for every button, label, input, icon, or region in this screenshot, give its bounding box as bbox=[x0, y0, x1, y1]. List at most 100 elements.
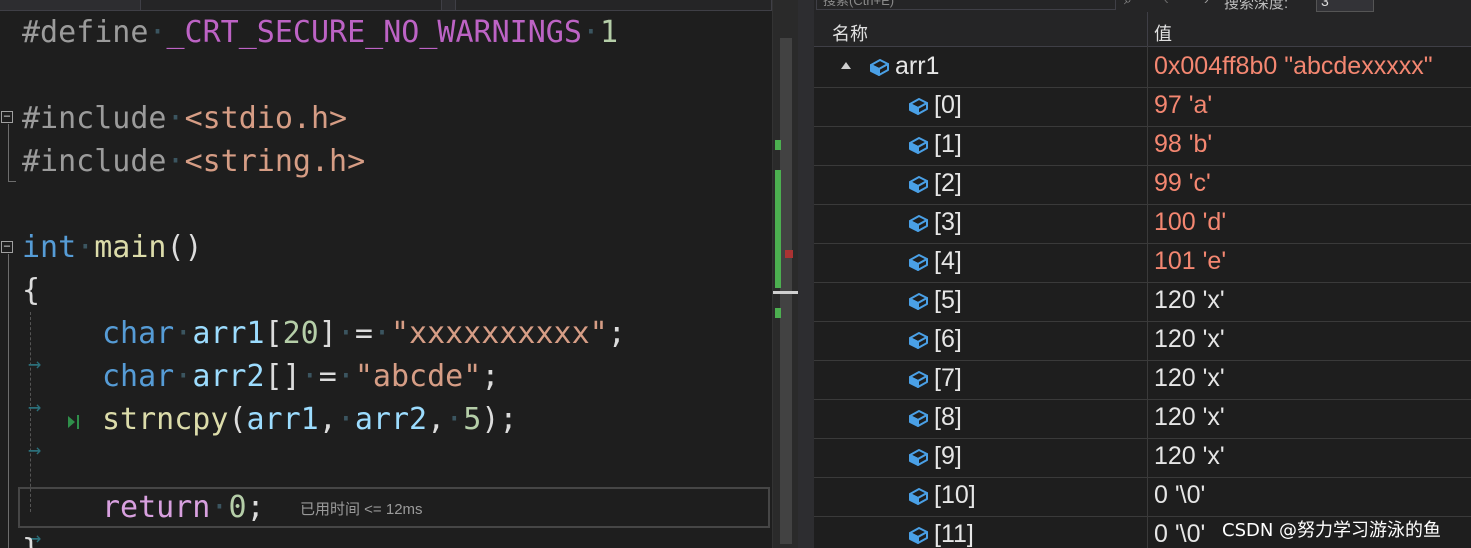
search-back-icon[interactable]: ‹ bbox=[1164, 0, 1169, 7]
comma: , bbox=[427, 402, 446, 437]
code-line-include-string: #include·<string.h> bbox=[22, 144, 366, 179]
variable-field-icon bbox=[909, 176, 928, 193]
parens: () bbox=[166, 230, 203, 265]
watch-item-name: [9] bbox=[934, 442, 962, 470]
brackets: [] bbox=[264, 359, 301, 394]
variable-field-icon bbox=[909, 98, 928, 115]
variable-field-icon bbox=[909, 215, 928, 232]
search-depth-select[interactable]: 3 bbox=[1316, 0, 1374, 12]
bracket: ] bbox=[318, 316, 337, 351]
watch-item-value[interactable]: 120 'x' bbox=[1154, 442, 1225, 471]
watch-item-name: [1] bbox=[934, 130, 962, 158]
include-directive: #include bbox=[22, 144, 167, 179]
watch-item-name: [6] bbox=[934, 325, 962, 353]
variable-field-icon bbox=[870, 59, 889, 76]
watch-item-value[interactable]: 98 'b' bbox=[1154, 130, 1212, 159]
watch-item-value[interactable]: 120 'x' bbox=[1154, 325, 1225, 354]
editor-navigation-bar bbox=[0, 0, 798, 11]
variable-field-icon bbox=[909, 449, 928, 466]
variable-field-icon bbox=[909, 254, 928, 271]
watch-row[interactable]: [0] 97 'a' bbox=[814, 87, 1471, 127]
define-directive: #define bbox=[22, 15, 149, 50]
watch-item-value[interactable]: 120 'x' bbox=[1154, 403, 1225, 432]
watch-root-value[interactable]: 0x004ff8b0 "abcdexxxxx" bbox=[1154, 52, 1433, 81]
string-literal: "abcde" bbox=[354, 359, 482, 394]
collapse-arrow-icon[interactable] bbox=[841, 62, 851, 69]
watch-row[interactable]: [2] 99 'c' bbox=[814, 165, 1471, 205]
semicolon: ; bbox=[481, 359, 500, 394]
code-line-main: int·main() bbox=[22, 230, 203, 265]
watch-item-value[interactable]: 0 '\0' bbox=[1154, 481, 1205, 510]
return-keyword: return bbox=[102, 490, 211, 525]
watch-row[interactable]: [9] 120 'x' bbox=[814, 438, 1471, 478]
comma: , bbox=[318, 402, 337, 437]
column-value-header[interactable]: 值 bbox=[1154, 20, 1172, 46]
string-literal: "xxxxxxxxxx" bbox=[391, 316, 608, 351]
watch-root-name: arr1 bbox=[895, 52, 940, 80]
variable-field-icon bbox=[909, 371, 928, 388]
array-size: 20 bbox=[282, 316, 319, 351]
watch-item-value[interactable]: 97 'a' bbox=[1154, 91, 1212, 120]
search-options-icon[interactable]: ⌕ bbox=[1124, 0, 1132, 8]
variable-field-icon bbox=[909, 332, 928, 349]
watch-item-name: [3] bbox=[934, 208, 962, 236]
watch-item-value[interactable]: 100 'd' bbox=[1154, 208, 1226, 237]
perf-tip[interactable]: 已用时间 <= 12ms bbox=[300, 498, 423, 519]
column-name-header[interactable]: 名称 bbox=[832, 20, 868, 46]
watch-item-name: [8] bbox=[934, 403, 962, 431]
member-dropdown[interactable] bbox=[455, 0, 772, 11]
code-line-close-brace: } bbox=[0, 529, 770, 548]
watch-item-name: [2] bbox=[934, 169, 962, 197]
scope-dropdown[interactable] bbox=[140, 0, 442, 11]
close-brace: } bbox=[22, 533, 40, 548]
watch-row[interactable]: [3] 100 'd' bbox=[814, 204, 1471, 244]
search-forward-icon[interactable]: › bbox=[1204, 0, 1209, 7]
define-macro: _CRT_SECURE_NO_WARNINGS bbox=[166, 15, 582, 50]
type-keyword: char bbox=[102, 316, 175, 351]
watch-row[interactable]: [4] 101 'e' bbox=[814, 243, 1471, 283]
code-line-decl-arr2: → char·arr2[]·=·"abcde"; bbox=[0, 355, 770, 420]
watch-row[interactable]: [1] 98 'b' bbox=[814, 126, 1471, 166]
step-over-icon[interactable] bbox=[66, 412, 82, 432]
watch-row[interactable]: [7] 120 'x' bbox=[814, 360, 1471, 400]
code-editor[interactable]: − − #define·_CRT_SECURE_NO_WARNINGS·1 #i… bbox=[0, 0, 798, 548]
watch-item-name: [4] bbox=[934, 247, 962, 275]
change-marker bbox=[775, 140, 781, 150]
variable-field-icon bbox=[909, 293, 928, 310]
watch-row-root[interactable]: arr1 0x004ff8b0 "abcdexxxxx" bbox=[814, 48, 1471, 88]
watch-item-value[interactable]: 0 '\0' bbox=[1154, 520, 1205, 548]
watch-item-value[interactable]: 99 'c' bbox=[1154, 169, 1211, 198]
code-line-strncpy: → strncpy(arr1,·arr2,·5); bbox=[0, 398, 770, 463]
variable-field-icon bbox=[909, 410, 928, 427]
type-keyword: char bbox=[102, 359, 175, 394]
argument: arr1 bbox=[246, 402, 319, 437]
function-call: strncpy bbox=[102, 402, 229, 437]
semicolon: ; bbox=[246, 490, 265, 525]
watch-search-input[interactable]: 搜索(Ctrl+E) bbox=[816, 0, 1116, 10]
watch-row[interactable]: [10] 0 '\0' bbox=[814, 477, 1471, 517]
watch-item-value[interactable]: 120 'x' bbox=[1154, 286, 1225, 315]
watch-item-value[interactable]: 120 'x' bbox=[1154, 364, 1225, 393]
watch-row[interactable]: [8] 120 'x' bbox=[814, 399, 1471, 439]
tab-arrow-icon: → bbox=[28, 438, 42, 463]
change-marker bbox=[775, 308, 781, 318]
define-value: 1 bbox=[599, 15, 619, 50]
column-separator[interactable] bbox=[1147, 12, 1148, 46]
include-directive: #include bbox=[22, 101, 167, 136]
paren: ); bbox=[481, 402, 518, 437]
paren: ( bbox=[228, 402, 247, 437]
pane-splitter[interactable] bbox=[798, 0, 814, 548]
watch-column-header: 名称 值 bbox=[814, 12, 1471, 47]
code-line-open-brace: { bbox=[0, 269, 770, 312]
function-name: main bbox=[94, 230, 167, 265]
code-line-include-stdio: #include·<stdio.h> bbox=[22, 101, 348, 136]
watch-row[interactable]: [6] 120 'x' bbox=[814, 321, 1471, 361]
watch-item-value[interactable]: 101 'e' bbox=[1154, 247, 1226, 276]
code-line-decl-arr1: → char·arr1[20]·=·"xxxxxxxxxx"; bbox=[0, 312, 770, 377]
editor-scrollbar[interactable] bbox=[772, 0, 798, 548]
caret-position-marker bbox=[773, 291, 798, 294]
include-header: <stdio.h> bbox=[184, 101, 348, 136]
variable-name: arr1 bbox=[192, 316, 265, 351]
argument: arr2 bbox=[354, 402, 428, 437]
watch-row[interactable]: [5] 120 'x' bbox=[814, 282, 1471, 322]
